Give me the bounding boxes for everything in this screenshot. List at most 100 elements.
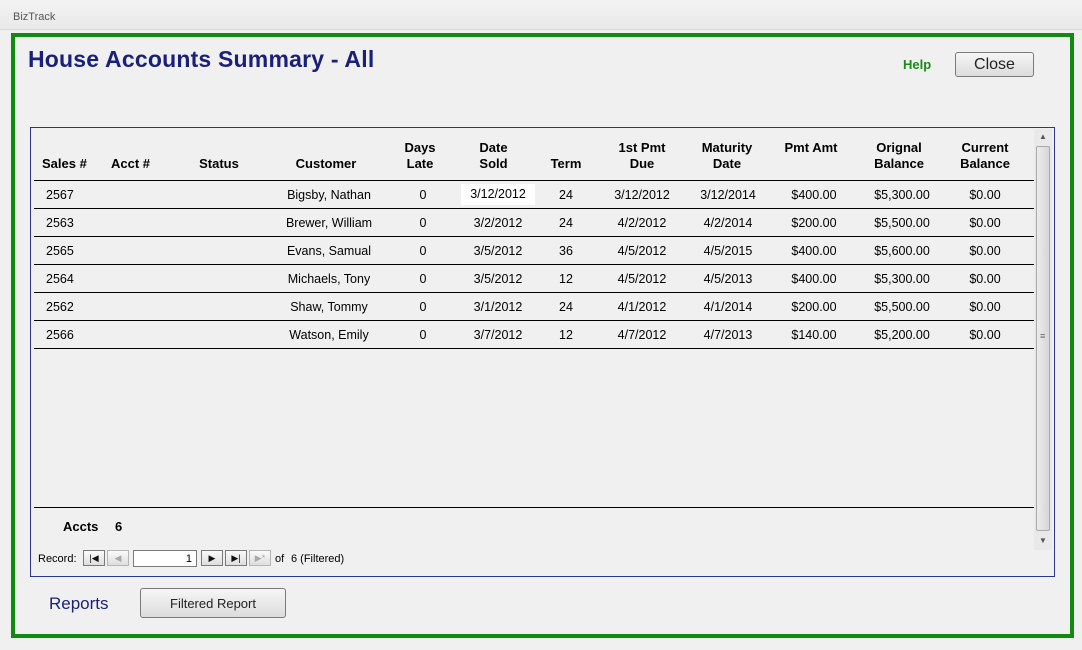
accts-count: 6 — [115, 519, 123, 534]
cell-first-pmt-due: 4/5/2012 — [617, 272, 667, 286]
header-pmt-amt: Pmt Amt — [784, 140, 838, 155]
first-record-button[interactable]: |◀ — [83, 550, 105, 566]
form-frame: House Accounts Summary - All Help Close … — [11, 33, 1074, 638]
table-row[interactable]: 2565 Evans, Samual 0 3/5/2012 36 4/5/201… — [34, 237, 1034, 265]
cell-original-balance: $5,500.00 — [874, 300, 930, 314]
cell-customer: Brewer, William — [285, 216, 373, 230]
table-row[interactable]: 2564 Michaels, Tony 0 3/5/2012 12 4/5/20… — [34, 265, 1034, 293]
table-row[interactable]: 2563 Brewer, William 0 3/2/2012 24 4/2/2… — [34, 209, 1034, 237]
cell-date-sold: 3/5/2012 — [473, 244, 523, 258]
cell-days-late: 0 — [419, 216, 427, 230]
header-customer: Customer — [295, 156, 357, 171]
new-record-button[interactable]: ▶* — [249, 550, 271, 566]
cell-term: 24 — [559, 216, 573, 230]
table-row[interactable]: 2562 Shaw, Tommy 0 3/1/2012 24 4/1/2012 … — [34, 293, 1034, 321]
cell-current-balance: $0.00 — [969, 272, 1001, 286]
cell-days-late: 0 — [419, 244, 427, 258]
cell-date-sold: 3/7/2012 — [473, 328, 523, 342]
cell-customer: Michaels, Tony — [287, 272, 371, 286]
cell-maturity-date: 4/5/2013 — [703, 272, 753, 286]
cell-current-balance: $0.00 — [969, 188, 1001, 202]
cell-term: 12 — [559, 328, 573, 342]
window-title: BizTrack — [13, 11, 56, 23]
header-date-sold: Date Sold — [479, 140, 508, 171]
header-acct: Acct # — [111, 156, 151, 171]
footer-divider — [34, 507, 1034, 508]
scroll-up-icon[interactable]: ▲ — [1034, 129, 1052, 145]
cell-term: 12 — [559, 272, 573, 286]
cell-maturity-date: 4/7/2013 — [703, 328, 753, 342]
header-current-balance: Current Balance — [960, 140, 1010, 171]
cell-first-pmt-due: 4/5/2012 — [617, 244, 667, 258]
record-of-label: of — [275, 553, 285, 565]
table-row[interactable]: 2566 Watson, Emily 0 3/7/2012 12 4/7/201… — [34, 321, 1034, 349]
cell-pmt-amt: $140.00 — [791, 328, 837, 342]
close-button[interactable]: Close — [955, 52, 1034, 77]
cell-maturity-date: 3/12/2014 — [700, 188, 756, 202]
header-maturity-date: Maturity Date — [701, 140, 753, 171]
header-sales: Sales # — [42, 156, 87, 171]
page-title: House Accounts Summary - All — [28, 46, 375, 72]
cell-maturity-date: 4/2/2014 — [703, 216, 753, 230]
cell-sales: 2562 — [46, 300, 74, 314]
cell-customer: Shaw, Tommy — [290, 300, 368, 314]
cell-days-late: 0 — [419, 272, 427, 286]
cell-date-sold: 3/5/2012 — [473, 272, 523, 286]
cell-original-balance: $5,300.00 — [874, 272, 930, 286]
scroll-thumb[interactable]: ≡ — [1036, 146, 1050, 531]
help-link[interactable]: Help — [903, 57, 931, 72]
cell-sales: 2565 — [46, 244, 74, 258]
cell-first-pmt-due: 4/1/2012 — [617, 300, 667, 314]
cell-days-late: 0 — [419, 300, 427, 314]
cell-current-balance: $0.00 — [969, 328, 1001, 342]
cell-term: 24 — [559, 300, 573, 314]
filtered-report-button[interactable]: Filtered Report — [140, 588, 286, 618]
cell-current-balance: $0.00 — [969, 216, 1001, 230]
cell-date-sold[interactable]: 3/12/2012 — [461, 184, 535, 205]
cell-days-late: 0 — [419, 328, 427, 342]
header-original-balance: Orignal Balance — [874, 140, 924, 171]
previous-record-button[interactable]: ◀ — [107, 550, 129, 566]
cell-current-balance: $0.00 — [969, 244, 1001, 258]
accounts-table-body: 2567 Bigsby, Nathan 0 3/12/2012 24 3/12/… — [34, 181, 1034, 349]
cell-maturity-date: 4/1/2014 — [703, 300, 753, 314]
record-label: Record: — [38, 553, 77, 565]
next-record-button[interactable]: ▶ — [201, 550, 223, 566]
cell-pmt-amt: $200.00 — [791, 216, 837, 230]
reports-label: Reports — [49, 594, 109, 613]
current-record-input[interactable] — [133, 550, 197, 567]
last-record-button[interactable]: ▶| — [225, 550, 247, 566]
vertical-scrollbar[interactable]: ▲ ≡ ▼ — [1034, 129, 1052, 550]
cell-first-pmt-due: 4/7/2012 — [617, 328, 667, 342]
cell-first-pmt-due: 3/12/2012 — [614, 188, 670, 202]
cell-original-balance: $5,600.00 — [874, 244, 930, 258]
record-navigator: Record: |◀ ◀ ▶ ▶| ▶* of 6 (Filtered) — [38, 550, 538, 568]
table-row[interactable]: 2567 Bigsby, Nathan 0 3/12/2012 24 3/12/… — [34, 181, 1034, 209]
accounts-panel: Sales # Acct # Status Customer Days Late… — [30, 127, 1055, 577]
cell-customer: Evans, Samual — [286, 244, 372, 258]
record-count: 6 (Filtered) — [291, 553, 345, 565]
cell-pmt-amt: $400.00 — [791, 188, 837, 202]
cell-term: 36 — [559, 244, 573, 258]
cell-date-sold: 3/1/2012 — [473, 300, 523, 314]
cell-sales: 2564 — [46, 272, 74, 286]
cell-customer: Watson, Emily — [289, 328, 369, 342]
cell-pmt-amt: $400.00 — [791, 272, 837, 286]
grip-icon: ≡ — [1040, 331, 1046, 341]
cell-original-balance: $5,500.00 — [874, 216, 930, 230]
header-status: Status — [199, 156, 239, 171]
accts-label: Accts — [63, 519, 99, 534]
cell-original-balance: $5,200.00 — [874, 328, 930, 342]
cell-current-balance: $0.00 — [969, 300, 1001, 314]
cell-sales: 2566 — [46, 328, 74, 342]
cell-days-late: 0 — [419, 188, 427, 202]
header-first-pmt-due: 1st Pmt Due — [618, 140, 666, 171]
cell-first-pmt-due: 4/2/2012 — [617, 216, 667, 230]
cell-maturity-date: 4/5/2015 — [703, 244, 753, 258]
cell-sales: 2563 — [46, 216, 74, 230]
cell-customer: Bigsby, Nathan — [287, 188, 371, 202]
cell-pmt-amt: $200.00 — [791, 300, 837, 314]
window-titlebar: BizTrack — [0, 0, 1082, 30]
cell-date-sold: 3/2/2012 — [473, 216, 523, 230]
scroll-down-icon[interactable]: ▼ — [1034, 533, 1052, 549]
